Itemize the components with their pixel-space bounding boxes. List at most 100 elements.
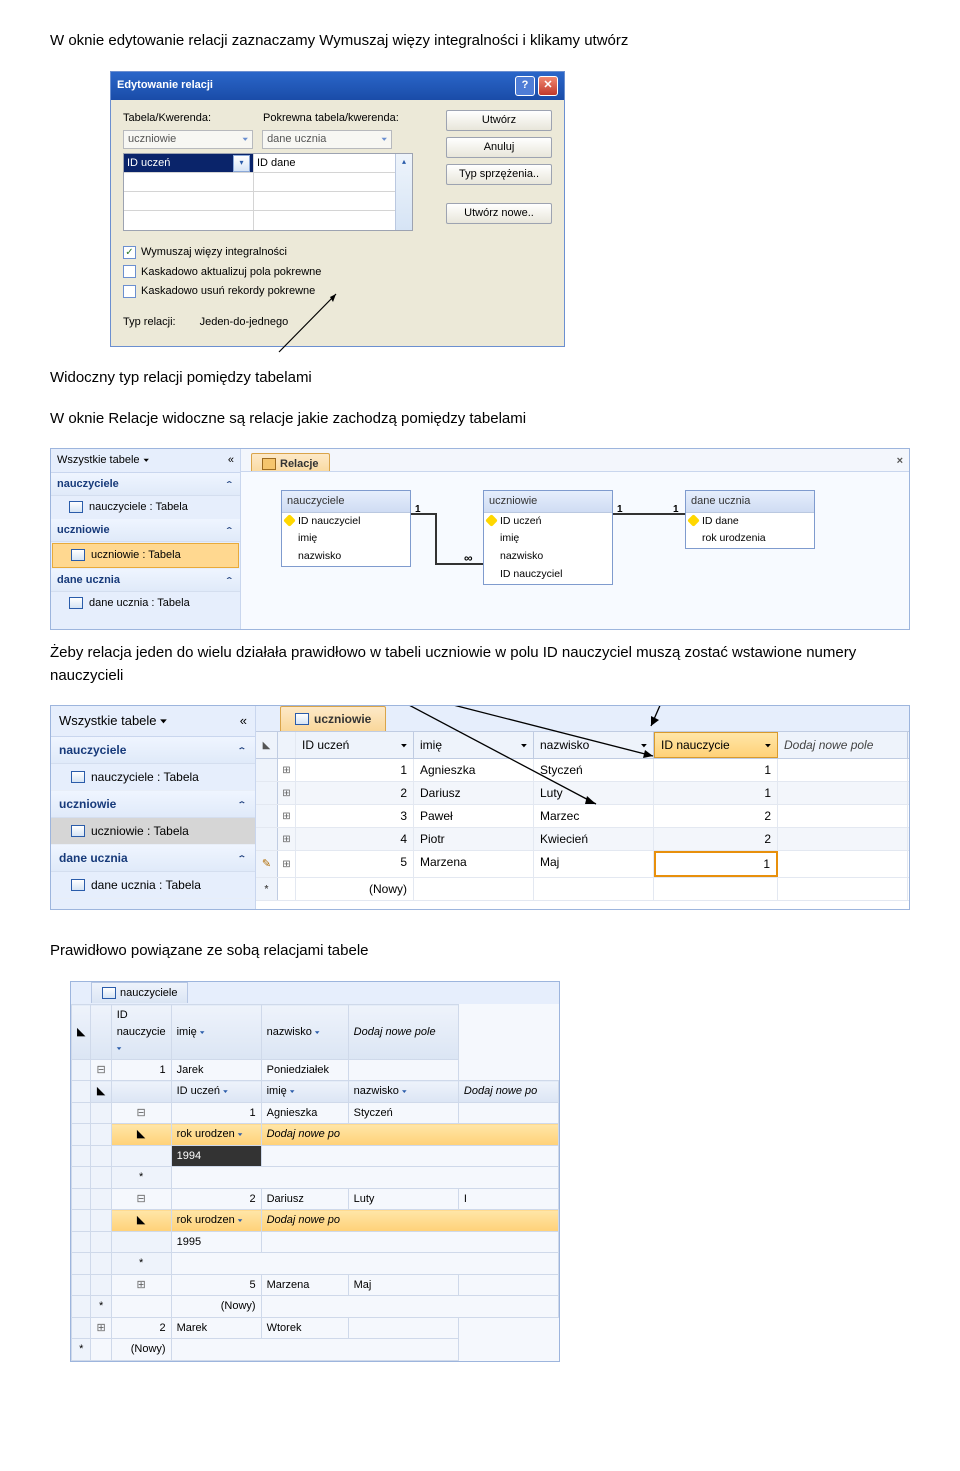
nav-group-header[interactable]: nauczyciele⌃ xyxy=(51,473,240,497)
entity-nauczyciele[interactable]: nauczyciele ID nauczyciel imię nazwisko xyxy=(281,490,411,567)
new-row[interactable]: * xyxy=(72,1167,559,1189)
select-all-corner[interactable]: ◣ xyxy=(256,732,278,758)
entity-uczniowie[interactable]: uczniowie ID uczeń imię nazwisko ID nauc… xyxy=(483,490,613,585)
select-table-left[interactable]: uczniowie ▾ xyxy=(123,130,253,149)
expand-icon[interactable]: ⊞ xyxy=(278,782,296,804)
new-row[interactable]: (Nowy) xyxy=(256,878,909,901)
paragraph-4: Żeby relacja jeden do wielu działała pra… xyxy=(50,642,910,687)
new-row[interactable]: * xyxy=(72,1253,559,1275)
nav-header[interactable]: Wszystkie tabele ▾ « xyxy=(51,706,255,737)
label-relation-type: Typ relacji: xyxy=(123,314,176,331)
column-header-add-new[interactable]: Dodaj nowe pole xyxy=(348,1005,458,1060)
row-header[interactable] xyxy=(256,759,278,781)
tab-uczniowie[interactable]: uczniowie xyxy=(280,706,386,731)
collapse-icon[interactable]: ⊟ xyxy=(111,1102,171,1124)
nav-group-header[interactable]: uczniowie⌃ xyxy=(51,791,255,818)
expand-icon[interactable]: ⊞ xyxy=(278,851,296,877)
table-row[interactable]: ⊞3PawełMarzec2 xyxy=(256,805,909,828)
column-header-add-new[interactable]: Dodaj nowe po xyxy=(458,1081,558,1103)
nav-item[interactable]: nauczyciele : Tabela xyxy=(51,764,255,791)
entity-dane-ucznia[interactable]: dane ucznia ID dane rok urodzenia xyxy=(685,490,815,549)
column-header[interactable]: imię ▾ xyxy=(171,1005,261,1060)
create-new-button[interactable]: Utwórz nowe.. xyxy=(446,203,552,224)
table-row[interactable]: ⊟ 1 Jarek Poniedziałek xyxy=(72,1059,559,1081)
new-row[interactable]: * (Nowy) xyxy=(72,1339,559,1361)
collapse-icon[interactable]: « xyxy=(228,452,234,469)
scrollbar[interactable]: ▴ xyxy=(395,154,412,230)
row-header[interactable] xyxy=(256,805,278,827)
expand-icon[interactable]: ⊞ xyxy=(278,759,296,781)
table-icon xyxy=(71,879,85,891)
paragraph-5: Prawidłowo powiązane ze sobą relacjami t… xyxy=(50,940,910,963)
chevron-down-icon: ▾ xyxy=(315,1028,320,1036)
column-header[interactable]: imię ▾ xyxy=(261,1081,348,1103)
expand-icon[interactable]: ⊞ xyxy=(278,805,296,827)
chevron-down-icon[interactable]: ▾ xyxy=(233,155,250,172)
row-header[interactable] xyxy=(256,828,278,850)
expand-icon[interactable]: ⊞ xyxy=(278,828,296,850)
column-header-nazwisko[interactable]: nazwisko▾ xyxy=(534,732,654,758)
column-header-imie[interactable]: imię▾ xyxy=(414,732,534,758)
table-row[interactable]: ⊟ 1 Agnieszka Styczeń xyxy=(72,1102,559,1124)
nav-group-header[interactable]: nauczyciele⌃ xyxy=(51,737,255,764)
nav-item[interactable]: dane ucznia : Tabela xyxy=(51,872,255,899)
table-row[interactable]: ⊞ 2 Marek Wtorek xyxy=(72,1317,559,1339)
header-row-level1: ◣ ID nauczycie ▾ imię ▾ nazwisko ▾ Dodaj… xyxy=(72,1005,559,1060)
row-header[interactable] xyxy=(256,878,278,900)
column-header-id-nauczyciel[interactable]: ID nauczycie▾ xyxy=(654,732,778,758)
checkbox-enforce-integrity[interactable]: ✓ Wymuszaj więzy integralności xyxy=(123,244,434,261)
column-header[interactable]: ID uczeń ▾ xyxy=(171,1081,261,1103)
svg-text:1: 1 xyxy=(673,504,679,515)
relation-fields-grid[interactable]: ID uczeń ▾ ID dane ▴ xyxy=(123,153,413,231)
select-all-corner[interactable]: ◣ xyxy=(72,1005,91,1060)
nav-group-header[interactable]: uczniowie⌃ xyxy=(51,519,240,543)
nav-group-header[interactable]: dane ucznia⌃ xyxy=(51,845,255,872)
column-header-add-new[interactable]: Dodaj nowe po xyxy=(261,1124,558,1146)
chevron-down-icon: ▾ xyxy=(242,135,248,145)
column-header[interactable]: rok urodzen ▾ xyxy=(171,1124,261,1146)
select-table-right[interactable]: dane ucznia ▾ xyxy=(262,130,392,149)
new-row[interactable]: * (Nowy) xyxy=(72,1296,559,1318)
column-header[interactable]: ID nauczycie ▾ xyxy=(111,1005,171,1060)
row-header[interactable] xyxy=(256,851,278,877)
checkbox-cascade-delete[interactable]: Kaskadowo usuń rekordy pokrewne xyxy=(123,283,434,300)
collapse-icon[interactable]: ⊟ xyxy=(111,1188,171,1210)
join-type-button[interactable]: Typ sprzężenia.. xyxy=(446,164,552,185)
table-row[interactable]: ⊟ 2 Dariusz Luty I xyxy=(72,1188,559,1210)
tab-nauczyciele[interactable]: nauczyciele xyxy=(91,982,188,1004)
table-row[interactable]: ⊞4PiotrKwiecień2 xyxy=(256,828,909,851)
table-row[interactable]: ⊞1AgnieszkaStyczeń1 xyxy=(256,759,909,782)
column-header-id[interactable]: ID uczeń▾ xyxy=(296,732,414,758)
grid-cell-left-1[interactable]: ID uczeń ▾ xyxy=(124,154,254,172)
column-header-add-new[interactable]: Dodaj nowe po xyxy=(261,1210,558,1232)
nav-group-header[interactable]: dane ucznia⌃ xyxy=(51,569,240,593)
nav-item[interactable]: uczniowie : Tabela xyxy=(51,818,255,845)
close-icon[interactable]: × xyxy=(897,453,903,470)
expand-icon[interactable]: ⊞ xyxy=(91,1317,111,1339)
create-button[interactable]: Utwórz xyxy=(446,110,552,131)
nav-header[interactable]: Wszystkie tabele ▾ « xyxy=(51,449,240,473)
grid-cell-right-1[interactable]: ID dane xyxy=(254,154,395,172)
column-header-add-new[interactable]: Dodaj nowe pole xyxy=(778,732,908,758)
nav-item[interactable]: nauczyciele : Tabela xyxy=(51,496,240,519)
table-row[interactable]: 1995 xyxy=(72,1231,559,1253)
table-row[interactable]: ⊞5MarzenaMaj1 xyxy=(256,851,909,878)
table-row[interactable]: ⊞ 5 Marzena Maj xyxy=(72,1274,559,1296)
collapse-icon[interactable]: « xyxy=(240,711,247,731)
table-row[interactable]: 1994 xyxy=(72,1145,559,1167)
column-header[interactable]: rok urodzen ▾ xyxy=(171,1210,261,1232)
nav-item[interactable]: dane ucznia : Tabela xyxy=(51,592,240,615)
table-icon xyxy=(71,825,85,837)
checkbox-cascade-update[interactable]: Kaskadowo aktualizuj pola pokrewne xyxy=(123,264,434,281)
nav-item[interactable]: uczniowie : Tabela xyxy=(52,543,239,568)
expand-icon[interactable]: ⊞ xyxy=(111,1274,171,1296)
collapse-icon[interactable]: ⊟ xyxy=(91,1059,111,1081)
row-header[interactable] xyxy=(256,782,278,804)
close-icon[interactable]: ✕ xyxy=(538,76,558,96)
table-row[interactable]: ⊞2DariuszLuty1 xyxy=(256,782,909,805)
help-icon[interactable]: ? xyxy=(515,76,535,96)
column-header[interactable]: nazwisko ▾ xyxy=(261,1005,348,1060)
cancel-button[interactable]: Anuluj xyxy=(446,137,552,158)
chevron-down-icon: ▾ xyxy=(765,740,771,751)
column-header[interactable]: nazwisko ▾ xyxy=(348,1081,458,1103)
